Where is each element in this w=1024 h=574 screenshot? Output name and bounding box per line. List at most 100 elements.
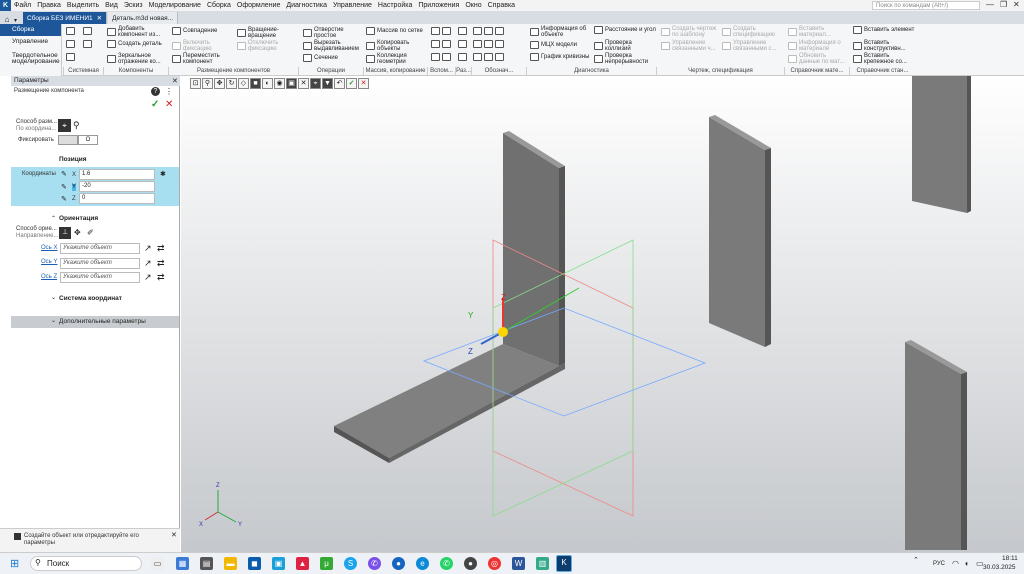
pin-icon[interactable]: ✎ xyxy=(61,195,67,203)
coordinate-system-section[interactable]: Система координат xyxy=(59,295,122,302)
perspective-icon[interactable]: ✕ xyxy=(298,77,309,89)
cancel-icon[interactable]: ✕ xyxy=(165,99,173,110)
app-icon[interactable]: ▲ xyxy=(296,557,309,570)
menu-assembly[interactable]: Сборка xyxy=(204,2,234,9)
insert-structural-button[interactable]: Вставить конструктивн... xyxy=(853,40,915,52)
torrent-icon[interactable]: μ xyxy=(320,557,333,570)
confirm-icon[interactable]: ✓ xyxy=(151,99,159,110)
create-drawing-button[interactable]: Создать чертеж по шаблону xyxy=(661,26,723,38)
settings-list-icon[interactable]: ⋮ xyxy=(165,87,173,96)
text-icon[interactable] xyxy=(473,53,506,61)
geometry-collection-button[interactable]: Коллекция геометрии xyxy=(366,53,426,65)
menu-window[interactable]: Окно xyxy=(462,2,484,9)
zoom-icon[interactable]: ⚲ xyxy=(202,77,213,89)
menu-apps[interactable]: Приложения xyxy=(415,2,462,9)
fix-toggle[interactable] xyxy=(58,135,78,145)
undo-icon[interactable]: ↶ xyxy=(334,77,345,89)
display-mode-icon[interactable]: ◐ xyxy=(262,77,273,89)
menu-select[interactable]: Выделить xyxy=(64,2,102,9)
whatsapp-icon[interactable]: ✆ xyxy=(440,557,453,570)
section-view-icon[interactable]: ▣ xyxy=(286,77,297,89)
add-component-button[interactable]: Добавить компонент из... xyxy=(107,26,169,38)
pan-icon[interactable]: ✥ xyxy=(214,77,225,89)
object-info-button[interactable]: Информация об объекте xyxy=(530,26,592,38)
aux-icon[interactable] xyxy=(431,27,453,35)
aux-icon[interactable] xyxy=(431,40,453,48)
dimension-icon[interactable] xyxy=(458,53,469,61)
material-info-button[interactable]: Информация о материале xyxy=(788,40,846,52)
update-material-button[interactable]: Обновить данные по мат... xyxy=(788,53,846,65)
help-icon[interactable]: ? xyxy=(151,87,160,96)
rotation-button[interactable]: Вращение-вращение xyxy=(237,27,292,39)
simple-hole-button[interactable]: Отверстие простое xyxy=(303,27,361,39)
z-coordinate-input[interactable]: 0 xyxy=(79,193,155,204)
app-icon[interactable]: ● xyxy=(464,557,477,570)
menu-sketch[interactable]: Эскиз xyxy=(121,2,146,9)
pin-icon[interactable]: ✱ xyxy=(160,170,166,178)
menu-drafting[interactable]: Оформление xyxy=(234,2,283,9)
menu-help[interactable]: Справка xyxy=(485,2,518,9)
grid-array-button[interactable]: Массив по сетке xyxy=(366,27,426,35)
continuity-check-button[interactable]: Проверка непрерывности xyxy=(594,53,656,65)
close-icon[interactable]: ✕ xyxy=(97,14,102,22)
visibility-icon[interactable]: ◉ xyxy=(274,77,285,89)
taskbar-search[interactable]: Поиск xyxy=(30,556,142,571)
chrome-icon[interactable]: ◎ xyxy=(488,557,501,570)
x-coordinate-input[interactable]: 1.6 xyxy=(79,169,155,180)
minimize-icon[interactable]: — xyxy=(986,0,994,9)
axis-z-link[interactable]: Ось Z xyxy=(41,274,57,281)
swap-icon[interactable]: ⇄ xyxy=(157,272,165,283)
y-coordinate-input[interactable]: -20 xyxy=(79,181,155,192)
windows-start-icon[interactable]: ⊞ xyxy=(10,557,19,570)
section-button[interactable]: Сечение xyxy=(303,54,361,62)
calculator-icon[interactable]: ▤ xyxy=(200,557,213,570)
swap-icon[interactable]: ⇄ xyxy=(157,258,165,269)
tray-chevron-icon[interactable]: ⌃ xyxy=(913,556,919,564)
confirm-icon[interactable]: ✓ xyxy=(346,77,357,89)
mode-assembly[interactable]: Сборка xyxy=(0,24,61,36)
clock-time[interactable]: 18:11 xyxy=(1002,555,1018,562)
task-view-icon[interactable]: ▭ xyxy=(151,557,164,570)
arrow-icon[interactable]: ↗ xyxy=(144,258,152,269)
menu-edit[interactable]: Правка xyxy=(34,2,64,9)
command-search-input[interactable]: Поиск по командам (Alt+/) xyxy=(872,1,980,10)
menu-modeling[interactable]: Моделирование xyxy=(146,2,204,9)
menu-settings[interactable]: Настройка xyxy=(375,2,415,9)
manage-drawings-button[interactable]: Управление связанными ч... xyxy=(661,40,723,52)
annotation-icon[interactable] xyxy=(473,40,506,48)
print-icon[interactable] xyxy=(66,40,77,48)
arrow-icon[interactable]: ↗ xyxy=(144,243,152,254)
photos-icon[interactable]: ▣ xyxy=(272,557,285,570)
insert-material-button[interactable]: Вставить материал... xyxy=(788,26,846,38)
insert-fastener-button[interactable]: Вставить крепежное со... xyxy=(853,53,915,65)
clock-date[interactable]: 30.03.2025 xyxy=(983,564,1016,571)
coordinates-method-icon[interactable]: ⌖ xyxy=(58,119,71,132)
store-icon[interactable]: ◼ xyxy=(248,557,261,570)
close-icon[interactable]: ✕ xyxy=(172,77,178,85)
snap-icon[interactable]: ⌖ xyxy=(310,77,321,89)
disable-fix-button[interactable]: Отключить фиксацию xyxy=(237,40,292,52)
extrude-cut-button[interactable]: Вырезать выдавливанием xyxy=(303,40,361,52)
axis-z-input[interactable]: Укажите объект xyxy=(60,272,140,283)
chevron-down-icon[interactable]: ▾ xyxy=(14,17,22,24)
view-orientation-icon[interactable]: ◇ xyxy=(238,77,249,89)
settings-icon[interactable] xyxy=(66,53,77,61)
rotate-icon[interactable]: ↻ xyxy=(226,77,237,89)
chevron-down-icon[interactable]: ⌄ xyxy=(51,294,56,301)
axis-y-link[interactable]: Ось Y xyxy=(41,259,57,266)
language-indicator[interactable]: РУС xyxy=(933,561,945,567)
pin-icon[interactable]: ✎ xyxy=(61,183,67,191)
orient-icon[interactable]: ✥ xyxy=(74,228,81,237)
arrow-icon[interactable]: ↗ xyxy=(144,272,152,283)
skype-icon[interactable]: S xyxy=(344,557,357,570)
enable-fix-button[interactable]: Включить фиксацию xyxy=(172,40,232,52)
word-icon[interactable]: W xyxy=(512,557,525,570)
axis-orient-icon[interactable]: ⊥ xyxy=(59,227,71,239)
menu-view[interactable]: Вид xyxy=(102,2,121,9)
tab-part[interactable]: Деталь.m3d новая... xyxy=(108,12,179,24)
chevron-up-icon[interactable]: ⌃ xyxy=(51,215,56,222)
viber-icon[interactable]: ✆ xyxy=(368,557,381,570)
open-icon[interactable] xyxy=(83,27,94,35)
orient-icon[interactable]: ✐ xyxy=(87,228,94,237)
menu-file[interactable]: Файл xyxy=(11,2,34,9)
